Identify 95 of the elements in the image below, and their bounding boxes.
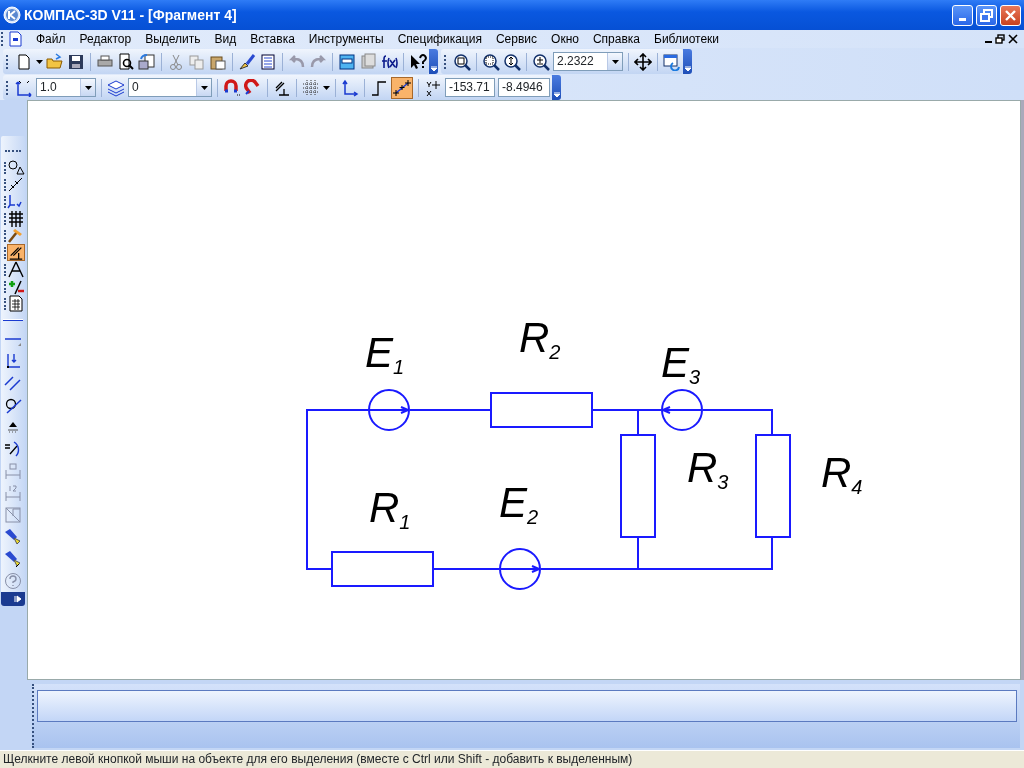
component-label: R$_{3}$ [687, 447, 729, 489]
flashlight-icon[interactable] [4, 528, 22, 546]
arc-icon[interactable] [4, 440, 22, 458]
status-text: Щелкните левой кнопкой мыши на объекте для его выделения (вместе с Ctrl или Shift - добавить к выделенным) [0, 750, 1024, 768]
restore-icon [980, 8, 993, 22]
refresh-view-icon[interactable] [663, 52, 681, 71]
panel-tab-button[interactable] [7, 295, 25, 312]
menu-item[interactable]: Инструменты [301, 30, 391, 48]
perpendicular-icon[interactable] [4, 352, 22, 370]
dropdown-caret-icon[interactable] [36, 59, 43, 64]
expand-arrow-icon [14, 595, 22, 603]
toolbar-options-button[interactable] [552, 75, 561, 100]
panel-tab-button[interactable] [7, 193, 25, 210]
tangent-icon[interactable] [4, 396, 22, 414]
panel-expand-button[interactable] [1, 592, 25, 606]
toolbar-options-button[interactable] [429, 49, 438, 74]
layer-combo[interactable]: 0 [128, 78, 212, 97]
snap-points-icon [393, 78, 411, 97]
component-label: R$_{1}$ [369, 487, 411, 529]
panel-tab-button[interactable] [7, 210, 25, 227]
hammer-icon [7, 226, 25, 245]
close-icon [1004, 8, 1017, 22]
snap-magnet-icon[interactable] [223, 78, 241, 97]
y-coordinate-field[interactable]: -8.4946 [498, 78, 550, 97]
menu-item[interactable]: Вставка [243, 30, 302, 48]
component-label: E$_{1}$ [365, 332, 405, 374]
component-label: E$_{2}$ [499, 482, 539, 524]
dropdown-caret-icon[interactable] [611, 59, 619, 64]
cut-icon[interactable] [167, 52, 185, 71]
coordinates-icon [424, 78, 442, 97]
dropdown-caret-icon[interactable] [323, 85, 330, 90]
help-pointer-icon[interactable] [409, 52, 427, 71]
menu-item[interactable]: Спецификация [390, 30, 489, 48]
close-icon[interactable] [1008, 34, 1018, 44]
open-folder-icon[interactable] [46, 52, 64, 71]
axes-icon[interactable] [341, 78, 359, 97]
new-document-icon[interactable] [15, 52, 33, 71]
step-icon[interactable] [370, 78, 388, 97]
menu-item[interactable]: Окно [544, 30, 586, 48]
panel-tab-button[interactable] [7, 278, 25, 295]
document-menu-icon[interactable] [7, 31, 23, 47]
chevron-icon [553, 92, 560, 97]
magnet-icon[interactable] [244, 78, 262, 97]
brush-icon[interactable] [238, 52, 256, 71]
line-scale-combo[interactable]: 1.0 [36, 78, 96, 97]
component-label: R$_{4}$ [821, 452, 863, 494]
zoom-combo[interactable]: 2.2322 [553, 52, 623, 71]
frame-icon[interactable] [4, 506, 22, 524]
geometry-icon [7, 158, 25, 177]
x-coordinate-field[interactable]: -153.71 [445, 78, 495, 97]
panel-tab-button[interactable] [7, 176, 25, 193]
layers-icon[interactable] [107, 78, 125, 97]
grid-icon[interactable] [302, 78, 320, 97]
dropdown-caret-icon[interactable] [84, 85, 92, 90]
symbols-icon [7, 192, 25, 211]
minimize-icon [959, 17, 966, 21]
panel-tab-button[interactable] [7, 159, 25, 176]
window-title: КОМПАС-3D V11 - [Фрагмент 4] [24, 5, 238, 25]
menu-item[interactable]: Справка [585, 30, 647, 48]
restore-icon[interactable] [995, 34, 1005, 44]
toolbar-options-button[interactable] [683, 49, 692, 74]
minimize-button[interactable] [952, 4, 973, 26]
function-icon[interactable] [380, 52, 398, 71]
chevron-icon [684, 66, 691, 71]
document-transfer-icon[interactable] [138, 52, 156, 71]
menu-item[interactable]: Выделить [138, 30, 208, 48]
pan-icon[interactable] [634, 52, 652, 71]
panel-tab-button[interactable] [7, 227, 25, 244]
close-button[interactable] [1000, 4, 1021, 26]
zoom-scale-icon[interactable] [503, 52, 521, 71]
component-label: E$_{3}$ [661, 342, 701, 384]
list-document-icon[interactable] [259, 52, 277, 71]
restore-button[interactable] [976, 4, 997, 26]
grid-edit-icon [7, 209, 25, 228]
snap-toggle-button[interactable] [391, 76, 413, 99]
parallel-lines-icon[interactable] [4, 374, 22, 392]
menu-item[interactable]: Сервис [488, 30, 545, 48]
menu-item[interactable]: Вид [207, 30, 244, 48]
component-label: R$_{2}$ [519, 317, 561, 359]
chevron-icon [430, 66, 437, 71]
dropdown-caret-icon[interactable] [200, 85, 208, 90]
line-scale-icon[interactable] [15, 78, 33, 97]
dimension-icon [7, 175, 25, 194]
menu-item[interactable]: Файл [29, 30, 73, 48]
save-icon[interactable] [67, 52, 85, 71]
menu-item[interactable]: Редактор [72, 30, 139, 48]
zoom-page-icon[interactable] [453, 52, 471, 71]
zoom-in-icon[interactable] [532, 52, 550, 71]
print-preview-icon[interactable] [117, 52, 135, 71]
flashlight-icon[interactable] [4, 550, 22, 568]
menu-item[interactable]: Библиотеки [647, 30, 727, 48]
window-panel-icon[interactable] [338, 52, 356, 71]
app-logo-icon [3, 6, 21, 24]
table-document-icon [7, 294, 25, 313]
zoom-window-icon[interactable] [482, 52, 500, 71]
